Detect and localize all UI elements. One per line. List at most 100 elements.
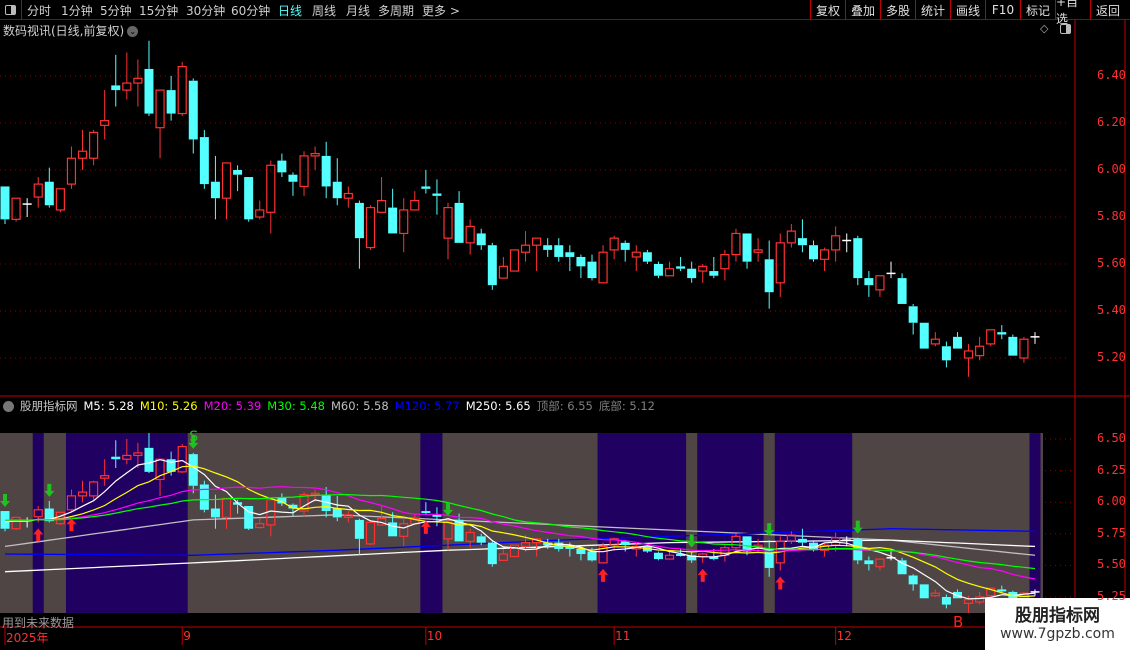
main-candle [77, 130, 88, 170]
ma-label: M5: 5.28 [83, 399, 134, 413]
main-candle [709, 256, 719, 279]
candlestick-chart[interactable]: S [0, 0, 1130, 650]
signal-region [774, 433, 853, 613]
tab-0[interactable]: 分时 [27, 2, 51, 19]
candle-body [177, 65, 187, 115]
candle-body [199, 484, 209, 510]
candle-body [166, 90, 176, 114]
toolbar-button-8[interactable]: 返回 [1090, 0, 1125, 20]
candle-body [753, 249, 763, 253]
tab-1[interactable]: 1分钟 [61, 2, 93, 19]
candle-body [188, 454, 198, 486]
tab-10[interactable]: 更多 > [422, 2, 460, 19]
ma-label: 顶部: 6.55 [536, 399, 593, 413]
candle-body [543, 245, 553, 250]
indicator-candle [199, 480, 209, 513]
candle-body [399, 209, 409, 235]
tab-7[interactable]: 周线 [312, 2, 336, 19]
sell-signal-s: S [189, 429, 198, 445]
main-candle [89, 130, 99, 166]
indicator-tick-label: 6.00 [1097, 494, 1126, 509]
main-candle [0, 186, 10, 225]
main-candle [664, 261, 675, 277]
main-candle [1019, 336, 1029, 363]
main-candle [332, 158, 342, 206]
candle-body [576, 548, 586, 555]
main-candle [698, 264, 708, 283]
candle-body [808, 245, 818, 260]
main-plot [0, 40, 1040, 377]
tab-3[interactable]: 15分钟 [139, 2, 178, 19]
toolbar-button-2[interactable]: 多股 [880, 0, 915, 20]
indicator-dropdown-icon[interactable] [3, 401, 14, 412]
candle-body [565, 252, 575, 257]
indicator-tick-label: 6.25 [1097, 462, 1126, 477]
main-candle [233, 165, 243, 192]
candle-body [0, 186, 10, 220]
candle-body [11, 197, 21, 220]
candle-body [797, 538, 807, 543]
candle-body [1008, 336, 1018, 356]
candle-body [520, 244, 531, 253]
main-candle [199, 130, 209, 189]
toolbar-button-1[interactable]: 叠加 [845, 0, 880, 20]
candle-body [122, 82, 132, 91]
candle-body [288, 174, 298, 182]
main-candle [886, 261, 896, 279]
price-tick-label: 6.00 [1097, 162, 1126, 176]
candle-body [111, 85, 121, 91]
candle-body [587, 261, 597, 279]
candle-body [365, 207, 376, 249]
main-candle [642, 249, 652, 264]
main-candle [587, 254, 597, 281]
indicator-header: 股朋指标网 M5: 5.28 M10: 5.26 M20: 5.39 M30: 5.48… [0, 398, 667, 414]
toolbar-button-3[interactable]: 统计 [915, 0, 950, 20]
tab-9[interactable]: 多周期 [378, 2, 414, 19]
candle-body [487, 245, 497, 286]
candle-body [277, 160, 287, 173]
main-candle [620, 240, 630, 262]
candle-body [144, 68, 154, 114]
toolbar-button-5[interactable]: F10 [985, 0, 1020, 20]
main-candle [576, 254, 586, 279]
tab-4[interactable]: 30分钟 [186, 2, 225, 19]
candle-body [554, 245, 564, 257]
main-candle [443, 202, 453, 260]
main-candle [100, 90, 110, 140]
toolbar-button-6[interactable]: 标记 [1020, 0, 1055, 20]
main-candle [399, 198, 409, 253]
date-label: 9 [183, 629, 191, 643]
tab-2[interactable]: 5分钟 [100, 2, 132, 19]
main-candle [321, 141, 331, 199]
candle-body [919, 322, 929, 349]
candle-body [687, 268, 697, 279]
candle-body [410, 199, 420, 211]
main-candle [919, 322, 929, 349]
candle-body [908, 575, 918, 585]
signal-region [32, 433, 44, 613]
main-candle [166, 76, 176, 121]
signal-region [420, 433, 443, 613]
tab-6[interactable]: 日线 [278, 2, 302, 19]
main-candle [144, 40, 154, 116]
indicator-tick-label: 5.50 [1097, 557, 1126, 572]
price-tick-label: 5.60 [1097, 256, 1126, 270]
tab-8[interactable]: 月线 [346, 2, 370, 19]
main-candle [111, 54, 121, 107]
candle-body [421, 186, 431, 189]
main-candle [609, 235, 619, 260]
tab-5[interactable]: 60分钟 [231, 2, 270, 19]
toolbar-button-0[interactable]: 复权 [810, 0, 845, 20]
date-label: 11 [615, 629, 631, 643]
candle-body [188, 80, 198, 140]
candle-body [975, 345, 985, 357]
toolbar-button-7[interactable]: +自选 [1055, 0, 1090, 26]
candle-body [266, 164, 276, 213]
candle-body [941, 597, 951, 605]
date-label: 10 [426, 629, 443, 643]
candle-body [731, 232, 741, 256]
main-candle [244, 177, 254, 222]
indicator-tick-label: 6.50 [1097, 431, 1126, 445]
main-candle [864, 271, 874, 297]
toolbar-button-4[interactable]: 画线 [950, 0, 985, 20]
